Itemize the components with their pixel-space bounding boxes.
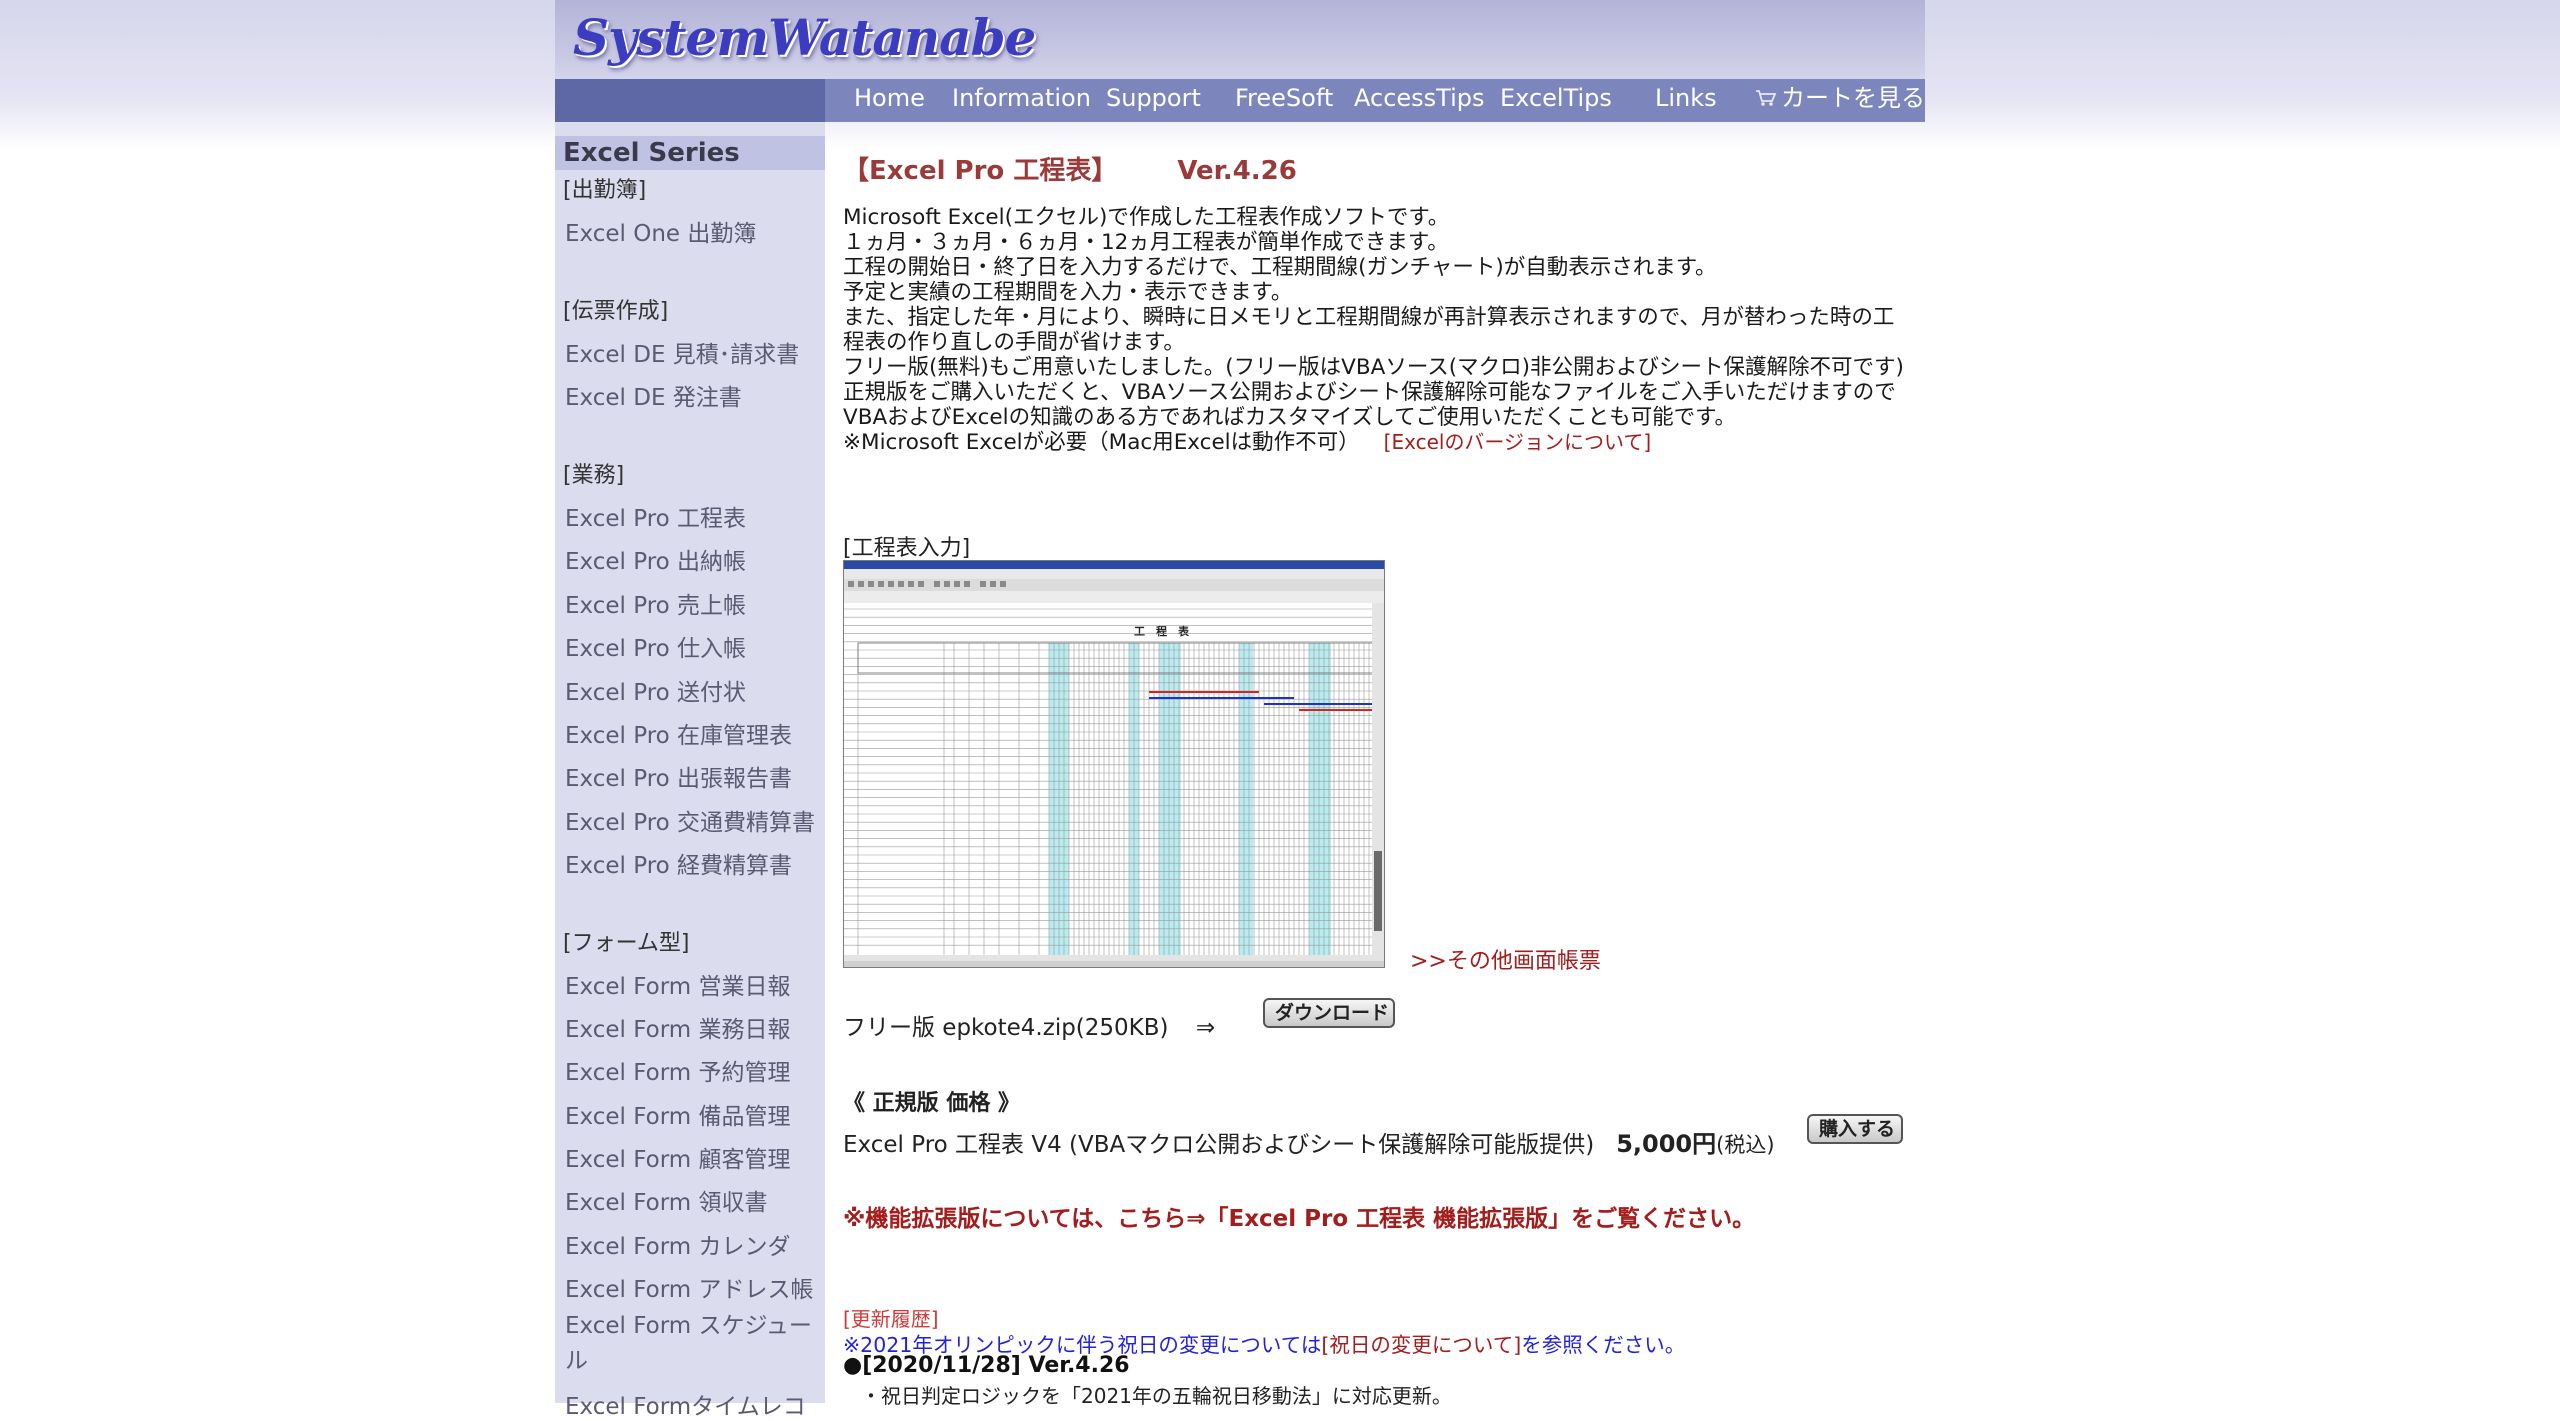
description-line: また、指定した年・月により、瞬時に日メモリと工程期間線が再計算表示されますので、…	[843, 305, 1895, 355]
page-container: SystemWatanabe Home Information Support …	[555, 0, 1925, 1420]
sidebar-item-excel-one-attendance[interactable]: Excel One 出勤簿	[565, 214, 756, 248]
more-screens-link[interactable]: >>その他画面帳票	[1410, 943, 1601, 975]
sidebar-category-business: [業務]	[563, 463, 625, 488]
description-line: Microsoft Excel(エクセル)で作成した工程表作成ソフトです。	[843, 205, 1450, 230]
sidebar-item-transport-expense[interactable]: Excel Pro 交通費精算書	[565, 803, 815, 837]
process-chart-screenshot[interactable]: 工 程 表	[843, 560, 1385, 968]
sidebar-item-process-chart[interactable]: Excel Pro 工程表	[565, 499, 746, 533]
description-line: フリー版(無料)もご用意いたしました。(フリー版はVBAソース(マクロ)非公開お…	[843, 355, 1904, 380]
history-item: ・祝日判定ロジックを「2021年の五輪祝日移動法」に対応更新。	[861, 1384, 1452, 1408]
sidebar-item-schedule[interactable]: Excel Form スケジュール	[565, 1309, 821, 1379]
requirement-line: ※Microsoft Excelが必要（Mac用Excelは動作不可） [Exce…	[843, 430, 1913, 455]
extension-version-link[interactable]: ※機能拡張版については、こちら⇒「Excel Pro 工程表 機能拡張版」をご覧…	[843, 1199, 1755, 1233]
nav-cart[interactable]: カートを見る	[1755, 79, 1925, 122]
nav-home[interactable]: Home	[854, 79, 925, 122]
sidebar-item-time-record[interactable]: Excel Formタイムレコ	[565, 1387, 806, 1421]
nav-support[interactable]: Support	[1106, 79, 1201, 122]
sidebar-item-receipt[interactable]: Excel Form 領収書	[565, 1183, 768, 1217]
free-version-label: フリー版 epkote4.zip(250KB)	[843, 1015, 1169, 1041]
sidebar-item-address-book[interactable]: Excel Form アドレス帳	[565, 1270, 814, 1304]
sidebar-item-purchase-ledger[interactable]: Excel Pro 仕入帳	[565, 629, 746, 663]
main-nav: Home Information Support FreeSoft Access…	[555, 79, 1925, 122]
buy-button[interactable]: 購入する	[1807, 1114, 1903, 1144]
nav-exceltips[interactable]: ExcelTips	[1500, 79, 1612, 122]
description-line: 正規版をご購入いただくと、VBAソース公開およびシート保護解除可能なファイルをご…	[843, 380, 1896, 430]
nav-left-block	[555, 79, 825, 122]
tax-label: (税込)	[1716, 1133, 1775, 1157]
sidebar-item-estimate-invoice[interactable]: Excel DE 見積･請求書	[565, 335, 799, 369]
product-description: Microsoft Excel(エクセル)で作成した工程表作成ソフトです。 １ヵ…	[843, 205, 1913, 455]
sidebar-item-equipment[interactable]: Excel Form 備品管理	[565, 1097, 791, 1131]
download-button[interactable]: ダウンロード	[1263, 998, 1395, 1028]
sidebar-item-work-daily[interactable]: Excel Form 業務日報	[565, 1010, 791, 1044]
page-title: 【Excel Pro 工程表】 Ver.4.26	[843, 150, 1297, 187]
price-heading: 《 正規版 価格 》	[843, 1091, 1020, 1116]
site-header: SystemWatanabe Home Information Support …	[555, 0, 1925, 122]
sidebar-item-purchase-order[interactable]: Excel DE 発注書	[565, 378, 742, 412]
nav-freesoft[interactable]: FreeSoft	[1235, 79, 1333, 122]
description-line: １ヵ月・３ヵ月・６ヵ月・12ヵ月工程表が簡単作成できます。	[843, 230, 1449, 255]
arrow-icon: ⇒	[1195, 1015, 1216, 1041]
nav-links[interactable]: Links	[1655, 79, 1717, 122]
sidebar-category-forms: [フォーム型]	[563, 931, 690, 956]
sidebar-item-calendar[interactable]: Excel Form カレンダ	[565, 1227, 791, 1261]
screenshot-label: [工程表入力]	[843, 536, 971, 561]
sidebar-item-cover-letter[interactable]: Excel Pro 送付状	[565, 673, 746, 707]
requirement-text: ※Microsoft Excelが必要（Mac用Excelは動作不可）	[843, 430, 1360, 455]
excel-version-link[interactable]: [Excelのバージョンについて]	[1384, 430, 1652, 454]
price-amount: 5,000円	[1616, 1130, 1717, 1158]
price-line: Excel Pro 工程表 V4 (VBAマクロ公開およびシート保護解除可能版提…	[843, 1124, 1775, 1159]
cart-icon	[1755, 80, 1777, 106]
sidebar-item-expense-report[interactable]: Excel Pro 経費精算書	[565, 846, 792, 880]
cart-label: カートを見る	[1781, 84, 1925, 112]
nav-accesstips[interactable]: AccessTips	[1354, 79, 1485, 122]
sidebar-category-attendance: [出勤簿]	[563, 178, 647, 203]
description-line: 予定と実績の工程期間を入力・表示できます。	[843, 280, 1293, 305]
sidebar-item-reservation[interactable]: Excel Form 予約管理	[565, 1053, 791, 1087]
description-line: 工程の開始日・終了日を入力するだけで、工程期間線(ガンチャート)が自動表示されま…	[843, 255, 1717, 280]
nav-information[interactable]: Information	[952, 79, 1091, 122]
history-version-entry: ●[2020/11/28] Ver.4.26	[843, 1353, 1130, 1378]
version-label: Ver.4.26	[1177, 156, 1297, 186]
sidebar: Excel Series [出勤簿] Excel One 出勤簿 [伝票作成] …	[555, 122, 825, 1420]
sidebar-category-slips: [伝票作成]	[563, 299, 669, 324]
holiday-note-suffix: を参照ください。	[1521, 1333, 1686, 1357]
product-title: 【Excel Pro 工程表】	[843, 156, 1118, 186]
sidebar-heading: Excel Series	[555, 136, 825, 170]
free-version-line: フリー版 epkote4.zip(250KB) ⇒	[843, 1008, 1215, 1042]
sidebar-item-cashbook[interactable]: Excel Pro 出納帳	[565, 542, 746, 576]
sidebar-item-sales-ledger[interactable]: Excel Pro 売上帳	[565, 586, 746, 620]
sidebar-item-customer[interactable]: Excel Form 顧客管理	[565, 1140, 791, 1174]
holiday-change-link[interactable]: [祝日の変更について]	[1321, 1333, 1521, 1357]
product-name: Excel Pro 工程表 V4 (VBAマクロ公開およびシート保護解除可能版提…	[843, 1132, 1595, 1158]
sidebar-item-trip-report[interactable]: Excel Pro 出張報告書	[565, 759, 792, 793]
site-logo[interactable]: SystemWatanabe	[573, 6, 1036, 70]
sheet-title: 工 程 表	[1134, 624, 1190, 638]
sidebar-item-sales-daily[interactable]: Excel Form 営業日報	[565, 967, 791, 1001]
sidebar-item-inventory[interactable]: Excel Pro 在庫管理表	[565, 716, 792, 750]
